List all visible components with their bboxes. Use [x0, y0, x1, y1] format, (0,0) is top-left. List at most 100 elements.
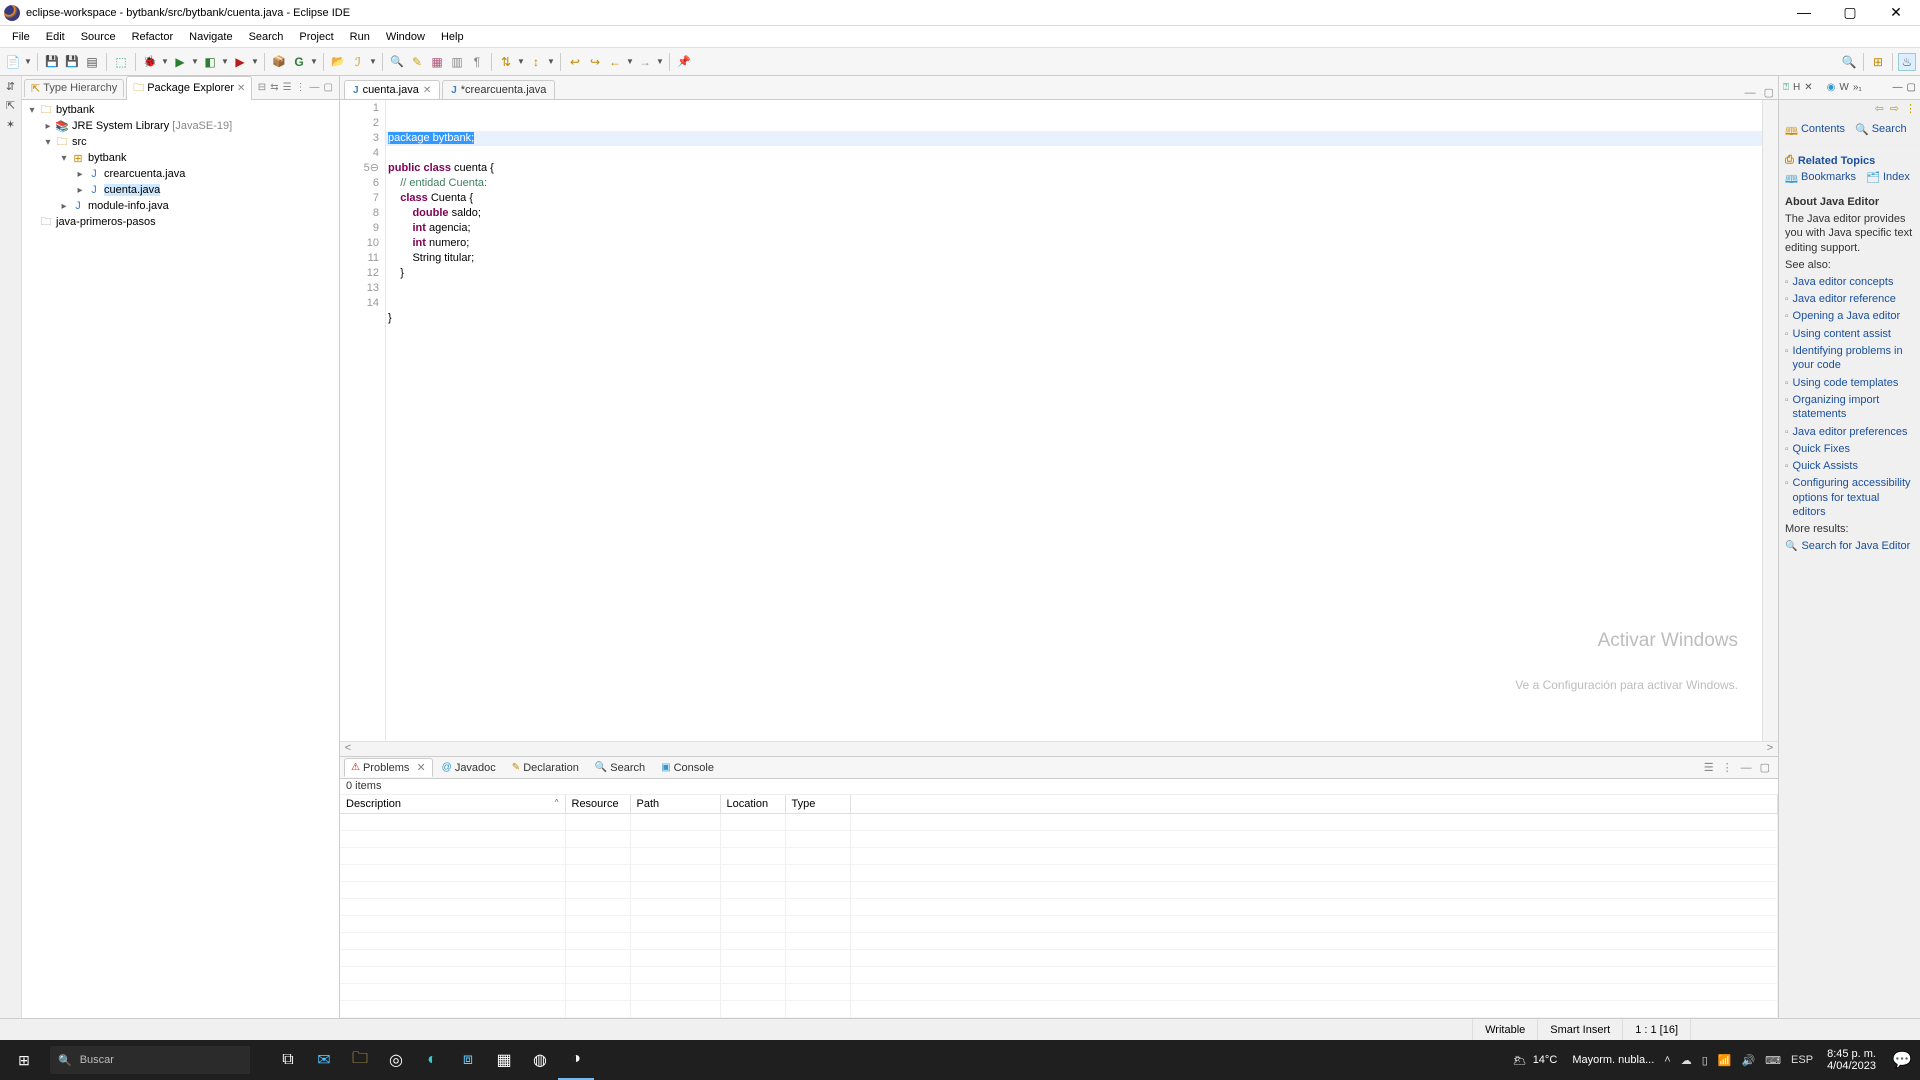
- tree-project[interactable]: bytbank: [56, 104, 95, 116]
- wifi-icon[interactable]: 📶: [1718, 1054, 1732, 1067]
- eclipse-taskbar-icon[interactable]: ◑: [558, 1040, 594, 1080]
- editor-tab[interactable]: J *crearcuenta.java: [442, 80, 555, 99]
- menu-navigate[interactable]: Navigate: [181, 29, 240, 45]
- help-link[interactable]: Java editor preferences: [1793, 425, 1908, 439]
- menu-file[interactable]: File: [4, 29, 38, 45]
- tree-jre[interactable]: JRE System Library: [72, 120, 169, 132]
- tab-type-hierarchy[interactable]: ⇱ Type Hierarchy: [24, 79, 124, 97]
- run-icon[interactable]: [171, 53, 189, 71]
- help-link[interactable]: Organizing import statements: [1793, 393, 1914, 422]
- maximize-icon[interactable]: ▢: [1907, 82, 1916, 93]
- toggle-block-icon[interactable]: ▥: [448, 53, 466, 71]
- tab-problems[interactable]: ⚠Problems✕: [344, 758, 433, 777]
- maximize-button[interactable]: ▢: [1836, 4, 1864, 21]
- tree-file[interactable]: crearcuenta.java: [104, 168, 185, 180]
- open-type-icon[interactable]: [329, 53, 347, 71]
- taskbar-search[interactable]: 🔍 Buscar: [50, 1046, 250, 1074]
- save-all-icon[interactable]: [63, 53, 81, 71]
- menu-source[interactable]: Source: [73, 29, 124, 45]
- tree-file[interactable]: module-info.java: [88, 200, 169, 212]
- minimize-icon[interactable]: —: [310, 82, 320, 93]
- menu-search[interactable]: Search: [241, 29, 292, 45]
- maximize-icon[interactable]: ▢: [324, 82, 333, 93]
- minimize-icon[interactable]: —: [1741, 87, 1760, 99]
- nav-back-icon[interactable]: ⇦: [1875, 102, 1884, 118]
- editor-tab-active[interactable]: J cuenta.java ✕: [344, 80, 440, 99]
- help-link[interactable]: Identifying problems in your code: [1793, 344, 1914, 373]
- volume-icon[interactable]: 🔊: [1741, 1054, 1755, 1067]
- keyboard-icon[interactable]: ⌨: [1765, 1054, 1781, 1067]
- tree-src[interactable]: src: [72, 136, 87, 148]
- help-search-link[interactable]: Search for Java Editor: [1801, 539, 1910, 553]
- help-icon[interactable]: ⍰: [1783, 82, 1789, 93]
- open-task-icon[interactable]: [349, 53, 367, 71]
- external-tools-icon[interactable]: [231, 53, 249, 71]
- prev-annotation-icon[interactable]: [527, 53, 545, 71]
- close-icon[interactable]: ✕: [1804, 82, 1812, 93]
- maximize-icon[interactable]: ▢: [1760, 86, 1778, 99]
- java-perspective-icon[interactable]: ♨: [1898, 53, 1916, 71]
- coverage-icon[interactable]: ◧: [201, 53, 219, 71]
- welcome-icon[interactable]: ◉: [1827, 82, 1836, 93]
- collapse-all-icon[interactable]: ⊟: [258, 82, 266, 93]
- close-button[interactable]: ✕: [1882, 4, 1910, 21]
- nav-back-icon[interactable]: [606, 53, 624, 71]
- tab-console[interactable]: ▣Console: [654, 759, 721, 777]
- nav-forward-icon[interactable]: [636, 53, 654, 71]
- board-icon[interactable]: ▦: [486, 1040, 522, 1080]
- minimize-icon[interactable]: —: [1893, 82, 1903, 93]
- clock[interactable]: 8:45 p. m. 4/04/2023: [1819, 1048, 1884, 1072]
- language-indicator[interactable]: ESP: [1791, 1054, 1813, 1066]
- new-icon[interactable]: [4, 53, 22, 71]
- toggle-highlight-icon[interactable]: ✎: [408, 53, 426, 71]
- battery-icon[interactable]: ▯: [1702, 1054, 1708, 1067]
- help-link[interactable]: Using content assist: [1793, 327, 1891, 341]
- tray-chevron-icon[interactable]: ˄: [1664, 1054, 1670, 1066]
- skip-breakpoints-icon[interactable]: ⬚: [112, 53, 130, 71]
- hierarchy-icon[interactable]: ⇱: [6, 99, 15, 112]
- link-editor-icon[interactable]: ⇆: [270, 82, 278, 93]
- weather-widget[interactable]: 🌥 14°C Mayorm. nubla...: [1503, 1054, 1665, 1067]
- mail-icon[interactable]: ✉: [306, 1040, 342, 1080]
- outline-icon[interactable]: ✶: [6, 118, 15, 131]
- help-link[interactable]: Quick Fixes: [1793, 442, 1850, 456]
- search-icon[interactable]: [388, 53, 406, 71]
- help-search-link[interactable]: Search: [1872, 123, 1907, 142]
- scrollbar-vertical[interactable]: [1762, 100, 1778, 741]
- scrollbar-horizontal[interactable]: [340, 741, 1778, 756]
- back-history-icon[interactable]: [586, 53, 604, 71]
- help-link[interactable]: Java editor concepts: [1793, 275, 1894, 289]
- task-view-icon[interactable]: ⧉: [270, 1040, 306, 1080]
- tab-package-explorer[interactable]: 🗀 Package Explorer ✕: [126, 76, 252, 100]
- open-perspective-icon[interactable]: ⊞: [1869, 53, 1887, 71]
- editor[interactable]: 12345⊖67891011121314 package bytbank;pub…: [340, 100, 1778, 741]
- menu-edit[interactable]: Edit: [38, 29, 73, 45]
- menu-window[interactable]: Window: [378, 29, 433, 45]
- view-menu-icon[interactable]: ⋮: [296, 82, 306, 93]
- toggle-mark-icon[interactable]: ▦: [428, 53, 446, 71]
- filter-icon[interactable]: ☰: [1700, 761, 1718, 774]
- help-link[interactable]: Quick Assists: [1793, 459, 1858, 473]
- minimize-button[interactable]: —: [1790, 4, 1818, 21]
- help-link[interactable]: Using code templates: [1793, 376, 1899, 390]
- nav-forward-icon[interactable]: ⇨: [1890, 102, 1899, 118]
- tab-declaration[interactable]: ✎Declaration: [505, 759, 586, 777]
- help-contents-link[interactable]: Contents: [1801, 123, 1845, 142]
- show-whitespace-icon[interactable]: ¶: [468, 53, 486, 71]
- last-edit-icon[interactable]: [566, 53, 584, 71]
- tab-search[interactable]: 🔍Search: [588, 759, 652, 777]
- explorer-icon[interactable]: 🗀: [342, 1040, 378, 1080]
- start-button[interactable]: ⊞: [0, 1040, 48, 1080]
- onedrive-icon[interactable]: ☁: [1681, 1054, 1692, 1067]
- menu-refactor[interactable]: Refactor: [124, 29, 182, 45]
- pin-editor-icon[interactable]: [675, 53, 693, 71]
- help-link[interactable]: Configuring accessibility options for te…: [1793, 476, 1914, 519]
- tab-javadoc[interactable]: @Javadoc: [435, 759, 503, 777]
- tree-package[interactable]: bytbank: [88, 152, 127, 164]
- quick-access-icon[interactable]: 🔍: [1840, 53, 1858, 71]
- close-icon[interactable]: ✕: [423, 85, 431, 96]
- next-annotation-icon[interactable]: [497, 53, 515, 71]
- minimize-icon[interactable]: —: [1737, 762, 1756, 774]
- help-link[interactable]: Java editor reference: [1793, 292, 1896, 306]
- debug-icon[interactable]: [141, 53, 159, 71]
